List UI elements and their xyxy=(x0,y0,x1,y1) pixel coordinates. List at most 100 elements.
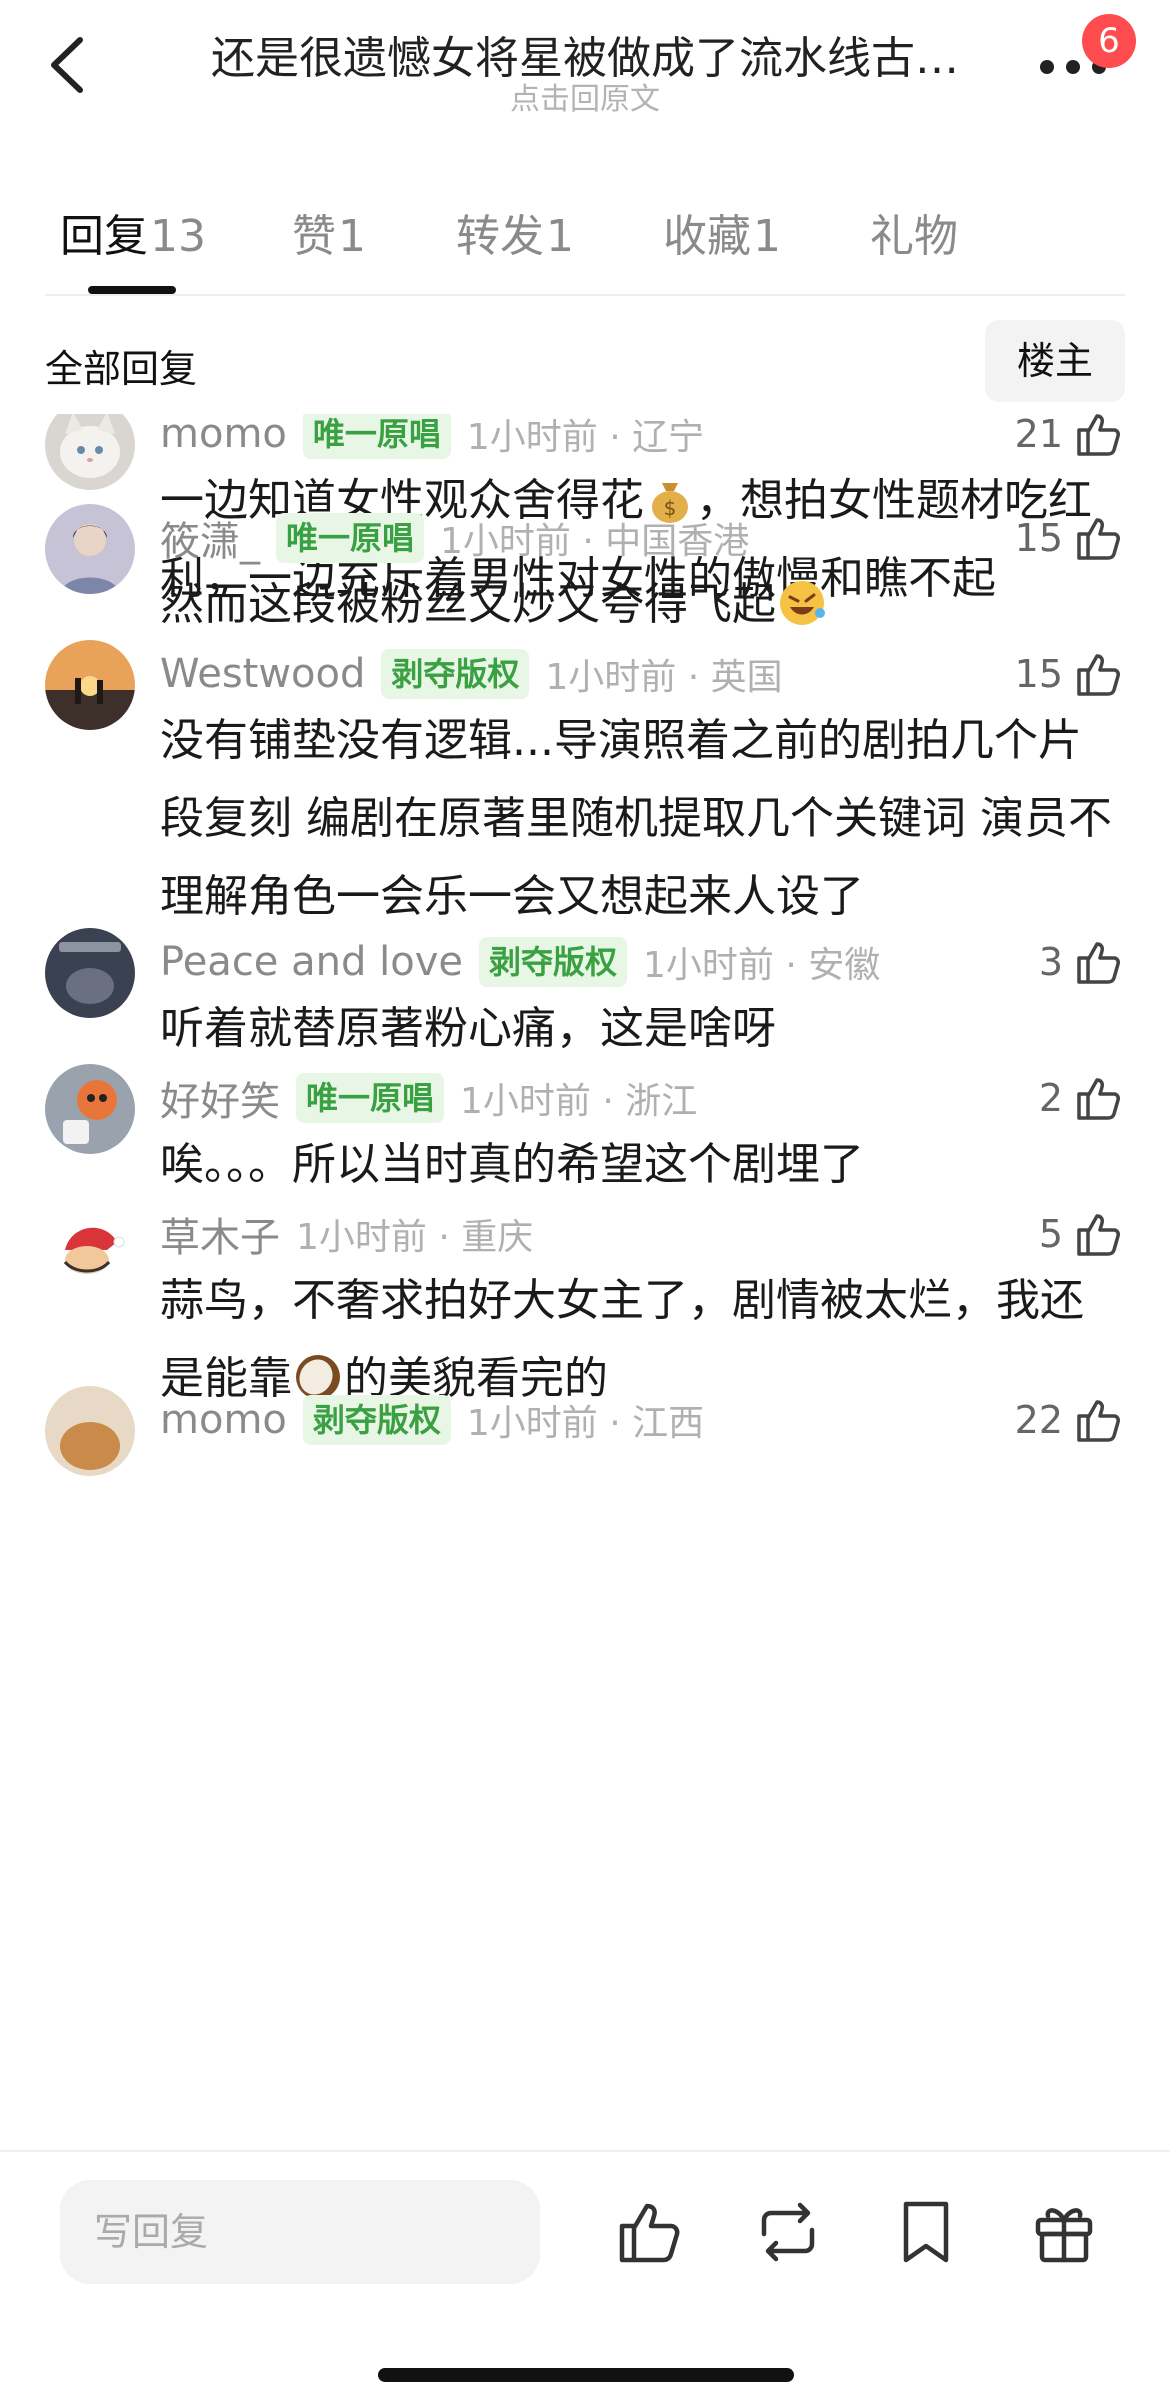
tab-reposts[interactable]: 转发1 xyxy=(456,200,574,264)
tab-likes[interactable]: 赞1 xyxy=(292,200,366,264)
user-tag: 唯一原唱 xyxy=(276,513,425,563)
tab-gifts[interactable]: 礼物 xyxy=(870,200,960,264)
thumbs-up-icon xyxy=(1077,654,1120,696)
gift-button[interactable] xyxy=(1026,2194,1102,2270)
tab-favorites[interactable]: 收藏1 xyxy=(663,200,781,264)
comment-text: 没有铺垫没有逻辑...导演照着之前的剧拍几个片段复刻 编剧在原著里随机提取几个关… xyxy=(160,715,1112,922)
comment-meta: Peace and love 剥夺版权 1小时前 · 安徽 xyxy=(160,932,880,992)
comment-meta: momo 剥夺版权 1小时前 · 江西 xyxy=(160,1390,704,1450)
tab-count: 1 xyxy=(546,211,574,262)
comment-text-part: 然而这段被粉丝又炒又夸得飞起 xyxy=(160,579,776,630)
chevron-left-icon xyxy=(51,37,83,93)
like-count: 5 xyxy=(1038,1212,1063,1256)
home-indicator[interactable] xyxy=(378,2368,794,2382)
like-button[interactable]: 21 xyxy=(1015,414,1125,464)
like-count: 21 xyxy=(1014,414,1063,456)
sunset-avatar-icon xyxy=(45,640,135,730)
avatar[interactable] xyxy=(45,1386,135,1476)
back-button[interactable] xyxy=(40,30,100,100)
top-header: 还是很遗憾女将星被做成了流水线古… 点击回原文 6 xyxy=(0,0,1170,140)
thumbs-up-icon xyxy=(1077,1214,1120,1256)
thumbs-up-icon xyxy=(1077,518,1120,560)
like-button[interactable]: 2 xyxy=(1039,1068,1125,1128)
repost-icon xyxy=(761,2202,815,2262)
back-to-original-link[interactable]: 点击回原文 xyxy=(390,74,780,118)
all-replies-heading: 全部回复 xyxy=(45,347,198,391)
comment-time: 1小时前 · 重庆 xyxy=(296,1217,534,1258)
repost-button[interactable] xyxy=(750,2194,826,2270)
tab-label: 礼物 xyxy=(870,211,958,262)
like-count: 15 xyxy=(1014,652,1063,696)
bottom-action-bar xyxy=(0,2150,1170,2401)
comment-time: 1小时前 · 辽宁 xyxy=(466,417,705,458)
reply-input[interactable] xyxy=(60,2180,540,2284)
avatar[interactable] xyxy=(45,640,135,730)
hands-avatar-icon xyxy=(45,928,135,1018)
comment-meta: 好好笑 唯一原唱 1小时前 · 浙江 xyxy=(160,1068,697,1128)
reply-tabs: 回复13 赞1 转发1 收藏1 礼物 xyxy=(0,190,1170,294)
comment-time: 1小时前 · 中国香港 xyxy=(440,521,750,562)
like-count: 3 xyxy=(1038,940,1063,984)
more-dots-icon xyxy=(1040,60,1054,74)
comment-list[interactable]: momo 唯一原唱 1小时前 · 辽宁 21 一边知道女性观众舍得花 $ ，想拍女性… xyxy=(0,414,1170,2154)
bookmark-icon xyxy=(903,2201,949,2263)
tab-replies[interactable]: 回复13 xyxy=(60,200,206,264)
more-dot xyxy=(1066,60,1080,74)
comment-time: 1小时前 · 浙江 xyxy=(460,1081,698,1122)
thumbs-up-icon xyxy=(1077,942,1120,984)
avatar[interactable] xyxy=(45,928,135,1018)
active-tab-indicator xyxy=(88,286,176,294)
comment-text: 然而这段被粉丝又炒又夸得飞起 xyxy=(160,566,1120,644)
tab-count: 13 xyxy=(150,211,206,262)
username[interactable]: 筱潇_ xyxy=(160,509,260,567)
avatar[interactable] xyxy=(45,1064,135,1154)
user-tag: 唯一原唱 xyxy=(302,414,451,459)
owner-only-button[interactable]: 楼主 xyxy=(985,320,1125,402)
comment-time: 1小时前 · 英国 xyxy=(545,657,783,698)
notification-badge: 6 xyxy=(1082,14,1136,68)
filter-bar: 全部回复 楼主 xyxy=(0,320,1170,410)
avatar[interactable] xyxy=(45,1200,135,1290)
user-tag: 剥夺版权 xyxy=(302,1395,451,1445)
cat-avatar-icon xyxy=(45,414,135,490)
rofl-emoji xyxy=(780,581,825,625)
user-tag: 剥夺版权 xyxy=(478,937,627,987)
like-count: 2 xyxy=(1038,1076,1063,1120)
bookmark-button[interactable] xyxy=(888,2194,964,2270)
comment-time: 1小时前 · 江西 xyxy=(466,1403,705,1444)
thumbs-up-icon xyxy=(619,2203,680,2263)
avatar[interactable] xyxy=(45,414,135,490)
comment-meta: 草木子 1小时前 · 重庆 xyxy=(160,1204,533,1264)
avatar[interactable] xyxy=(45,504,135,594)
username[interactable]: 好好笑 xyxy=(160,1069,280,1127)
tab-label: 回复 xyxy=(60,211,148,262)
comment-meta: momo 唯一原唱 1小时前 · 辽宁 xyxy=(160,414,704,464)
like-count: 15 xyxy=(1014,516,1063,560)
like-count: 22 xyxy=(1014,1398,1063,1442)
like-button[interactable]: 3 xyxy=(1039,932,1125,992)
like-post-button[interactable] xyxy=(612,2194,688,2270)
user-tag: 剥夺版权 xyxy=(381,649,530,699)
comment-meta: 筱潇_ 唯一原唱 1小时前 · 中国香港 xyxy=(160,508,749,568)
username[interactable]: 草木子 xyxy=(160,1205,280,1263)
thumbs-up-icon xyxy=(1077,414,1120,456)
username[interactable]: momo xyxy=(160,1397,287,1443)
thumbs-up-icon xyxy=(1077,1078,1120,1120)
like-button[interactable]: 5 xyxy=(1039,1204,1125,1264)
username[interactable]: Westwood xyxy=(160,651,365,697)
like-button[interactable]: 22 xyxy=(1015,1390,1125,1450)
santa-avatar-icon xyxy=(45,1200,135,1290)
thumbs-up-icon xyxy=(1077,1400,1120,1442)
like-button[interactable]: 15 xyxy=(1015,644,1125,704)
tab-label: 赞 xyxy=(292,211,336,262)
user-tag: 唯一原唱 xyxy=(296,1073,445,1123)
gift-icon xyxy=(1035,2208,1093,2263)
cartoon-avatar-icon xyxy=(45,1386,135,1476)
cartoon-avatar-icon xyxy=(45,1064,135,1154)
username[interactable]: momo xyxy=(160,414,287,457)
username[interactable]: Peace and love xyxy=(160,939,463,985)
comment-meta: Westwood 剥夺版权 1小时前 · 英国 xyxy=(160,644,783,704)
comment-text: 唉。。。所以当时真的希望这个剧埋了 xyxy=(160,1139,864,1190)
divider xyxy=(45,294,1125,296)
like-button[interactable]: 15 xyxy=(1015,508,1125,568)
